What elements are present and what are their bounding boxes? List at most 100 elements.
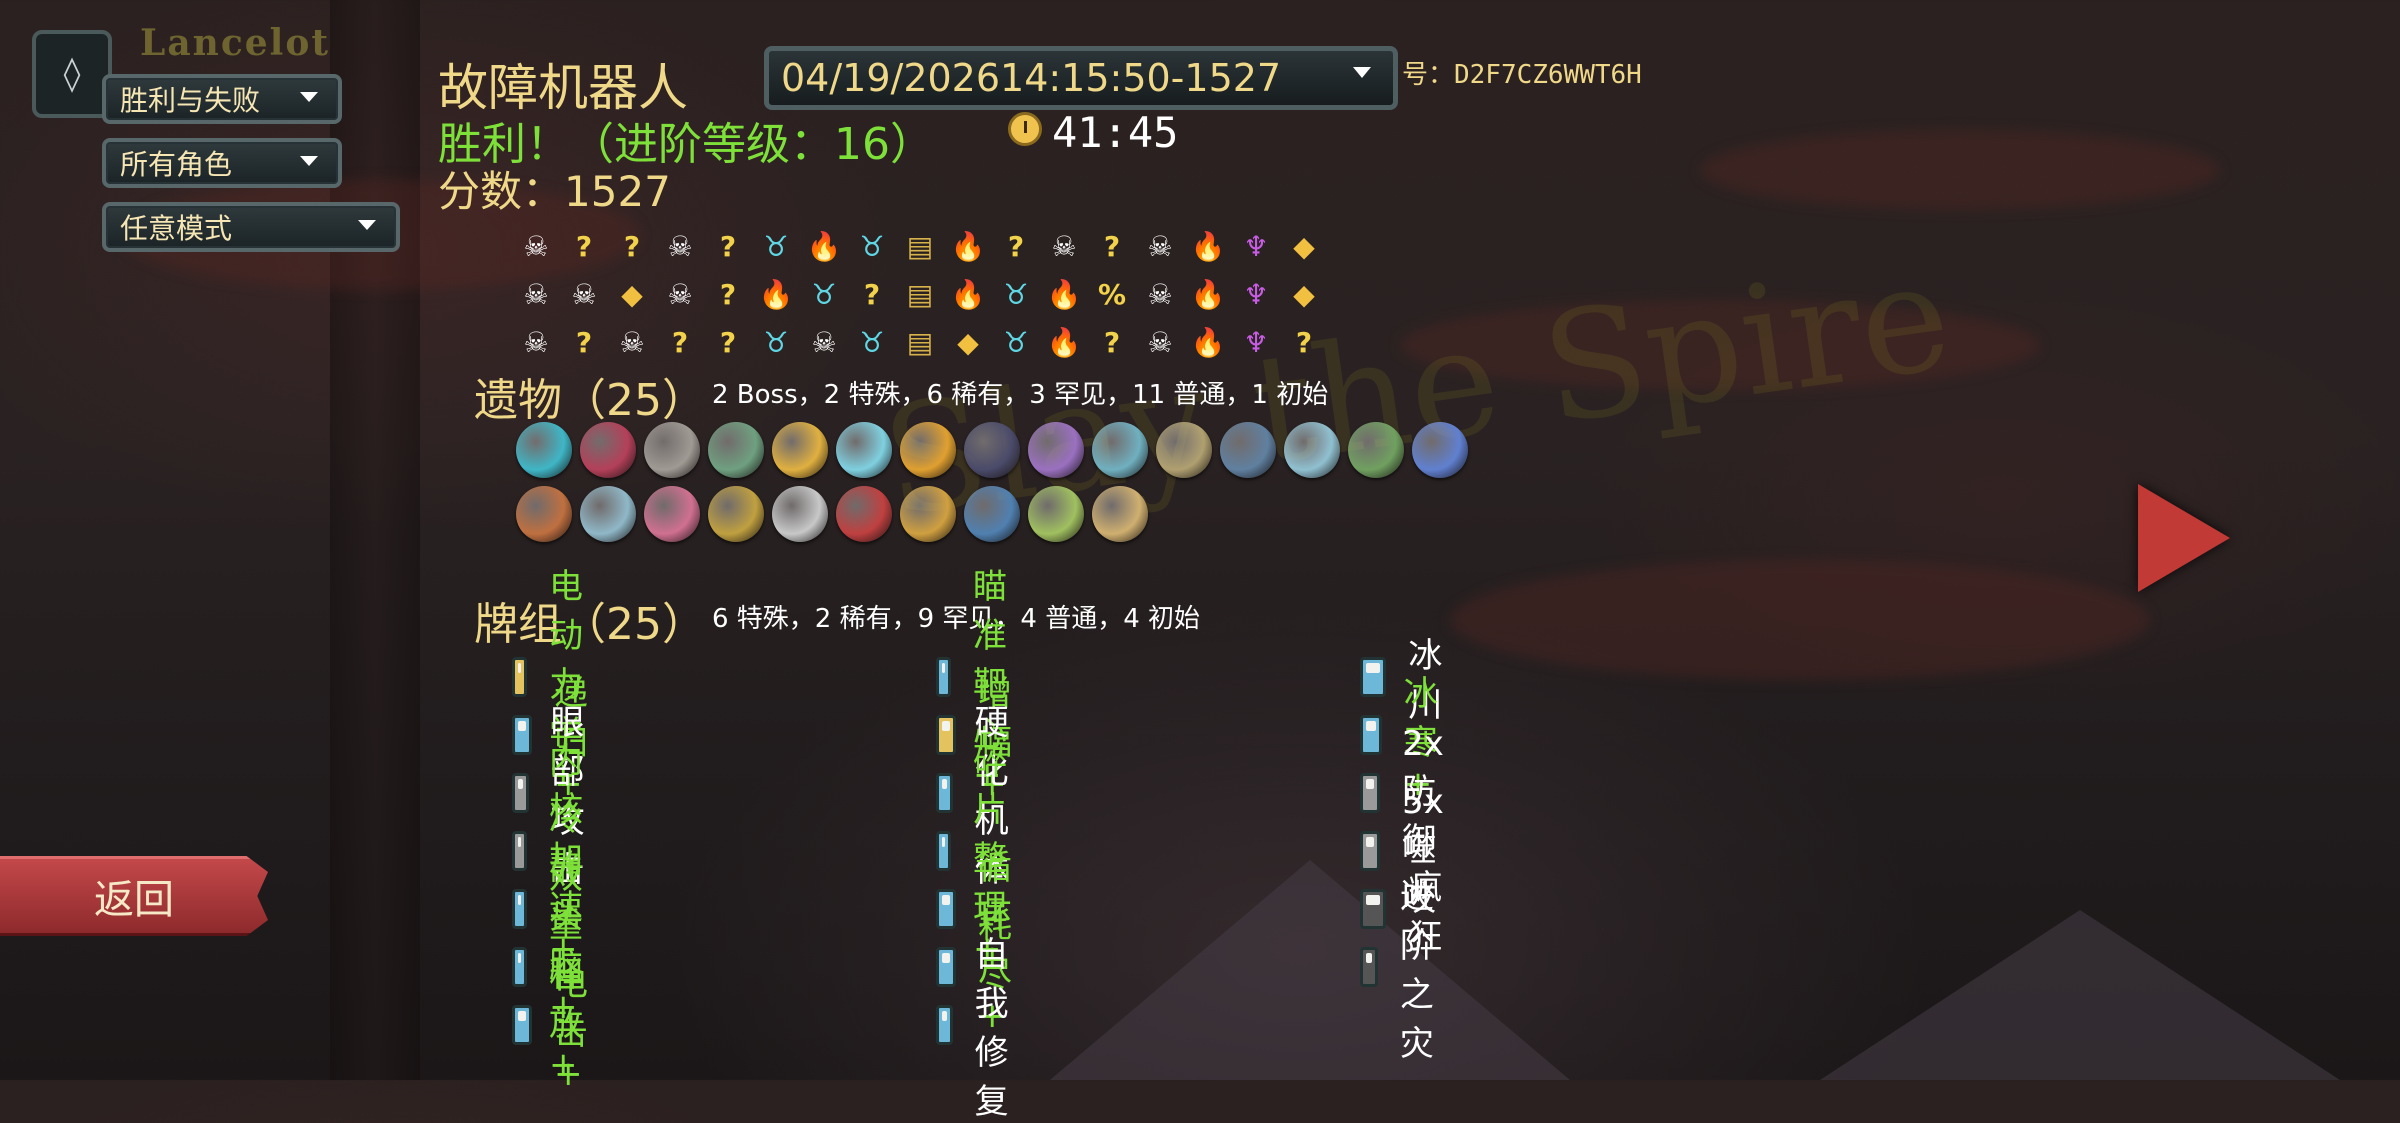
- relic-pearl-icon[interactable]: [1028, 422, 1084, 478]
- run-selector-dropdown[interactable]: 04/19/202614:15:50-1527: [764, 46, 1398, 110]
- path-node-mystery-icon[interactable]: %: [1088, 270, 1136, 318]
- path-node-q-icon[interactable]: ?: [704, 270, 752, 318]
- path-node-boss-icon[interactable]: ♆: [1232, 270, 1280, 318]
- path-node-monster-icon[interactable]: ☠: [656, 222, 704, 270]
- deck-card[interactable]: 自我修复: [936, 935, 1026, 1122]
- path-node-boss-icon[interactable]: ♆: [1232, 222, 1280, 270]
- path-node-shop-icon[interactable]: ◆: [944, 318, 992, 366]
- path-node-elite-icon[interactable]: ♉: [800, 270, 848, 318]
- relic-orb-icon[interactable]: [516, 422, 572, 478]
- relic-gear-icon[interactable]: [900, 486, 956, 542]
- path-node-elite-icon[interactable]: ♉: [752, 222, 800, 270]
- relic-mask-icon[interactable]: [580, 422, 636, 478]
- mode-filter-dropdown[interactable]: 任意模式: [102, 202, 400, 252]
- relic-shark-icon[interactable]: [964, 486, 1020, 542]
- relic-bird-icon[interactable]: [1412, 422, 1468, 478]
- path-node-monster-icon[interactable]: ☠: [512, 222, 560, 270]
- path-node-q-icon[interactable]: ?: [848, 270, 896, 318]
- path-node-monster-icon[interactable]: ☠: [608, 318, 656, 366]
- path-node-monster-icon[interactable]: ☠: [1136, 270, 1184, 318]
- path-node-shop-icon[interactable]: ◆: [1280, 270, 1328, 318]
- path-node-monster-icon[interactable]: ☠: [512, 318, 560, 366]
- relic-web-icon[interactable]: [708, 422, 764, 478]
- background-mountain: [1050, 860, 1570, 1080]
- path-node-elite-icon[interactable]: ♉: [992, 270, 1040, 318]
- relic-statue-icon[interactable]: [644, 422, 700, 478]
- relic-flower-icon[interactable]: [772, 422, 828, 478]
- deck-card[interactable]: 电击+: [512, 964, 602, 1094]
- path-node-elite-icon[interactable]: ♉: [848, 222, 896, 270]
- path-node-elite-icon[interactable]: ♉: [848, 318, 896, 366]
- relic-lantern-icon[interactable]: [1092, 486, 1148, 542]
- path-node-monster-icon[interactable]: ☠: [1136, 318, 1184, 366]
- path-node-elite-icon[interactable]: ♉: [992, 318, 1040, 366]
- run-score: 分数：1527: [438, 167, 671, 216]
- outcome-filter-dropdown[interactable]: 胜利与失败: [102, 74, 342, 124]
- relic-beads-icon[interactable]: [1092, 422, 1148, 478]
- path-node-rest-icon[interactable]: 🔥: [752, 270, 800, 318]
- path-node-rest-icon[interactable]: 🔥: [1040, 270, 1088, 318]
- path-node-boss-icon[interactable]: ♆: [1232, 318, 1280, 366]
- relic-flask-icon[interactable]: [1284, 422, 1340, 478]
- back-button[interactable]: 返回: [0, 856, 268, 936]
- path-node-rest-icon[interactable]: 🔥: [1040, 318, 1088, 366]
- path-node-monster-icon[interactable]: ☠: [512, 270, 560, 318]
- character-emblem-icon[interactable]: ◊: [32, 30, 112, 118]
- relic-ticket-icon[interactable]: [836, 422, 892, 478]
- path-node-rest-icon[interactable]: 🔥: [1184, 270, 1232, 318]
- next-run-arrow-icon[interactable]: [2138, 484, 2230, 592]
- path-node-q-icon[interactable]: ?: [608, 222, 656, 270]
- card-type-icon: [512, 831, 528, 871]
- outcome-filter-value: 胜利与失败: [120, 84, 261, 117]
- card-type-icon: [936, 715, 956, 755]
- path-node-chest-icon[interactable]: ▤: [896, 270, 944, 318]
- path-node-q-icon[interactable]: ?: [560, 222, 608, 270]
- relic-note-icon[interactable]: [772, 486, 828, 542]
- path-node-chest-icon[interactable]: ▤: [896, 318, 944, 366]
- seed-label: 号：D2F7CZ6WWT6H: [1402, 60, 1642, 90]
- path-node-q-icon[interactable]: ?: [1088, 318, 1136, 366]
- relic-pendant-icon[interactable]: [644, 486, 700, 542]
- relic-nunchaku-icon[interactable]: [836, 486, 892, 542]
- relic-tube-icon[interactable]: [580, 486, 636, 542]
- deck-card[interactable]: 进阶之灾: [1360, 877, 1458, 1064]
- path-node-rest-icon[interactable]: 🔥: [944, 222, 992, 270]
- relic-frame-icon[interactable]: [708, 486, 764, 542]
- relic-crystal-icon[interactable]: [1028, 486, 1084, 542]
- chevron-down-icon: [358, 220, 376, 230]
- path-node-rest-icon[interactable]: 🔥: [1184, 318, 1232, 366]
- path-node-q-icon[interactable]: ?: [704, 318, 752, 366]
- path-node-q-icon[interactable]: ?: [1088, 222, 1136, 270]
- path-node-q-icon[interactable]: ?: [1280, 318, 1328, 366]
- relic-anchor-icon[interactable]: [1220, 422, 1276, 478]
- chevron-down-icon: [300, 92, 318, 102]
- path-node-shop-icon[interactable]: ◆: [608, 270, 656, 318]
- path-node-shop-icon[interactable]: ◆: [1280, 222, 1328, 270]
- path-node-q-icon[interactable]: ?: [656, 318, 704, 366]
- path-node-rest-icon[interactable]: 🔥: [1184, 222, 1232, 270]
- character-filter-dropdown[interactable]: 所有角色: [102, 138, 342, 188]
- card-type-icon: [1360, 657, 1387, 697]
- card-type-icon: [512, 947, 528, 987]
- path-node-q-icon[interactable]: ?: [992, 222, 1040, 270]
- relic-chain-icon[interactable]: [516, 486, 572, 542]
- relic-star-icon[interactable]: [964, 422, 1020, 478]
- run-selector-value: 04/19/202614:15:50-1527: [781, 56, 1282, 100]
- path-node-chest-icon[interactable]: ▤: [896, 222, 944, 270]
- card-name: 自我修复: [974, 935, 1009, 1122]
- card-type-icon: [512, 715, 532, 755]
- relic-hourglass-icon[interactable]: [1156, 422, 1212, 478]
- relic-disc-icon[interactable]: [900, 422, 956, 478]
- path-node-monster-icon[interactable]: ☠: [560, 270, 608, 318]
- relic-horn-icon[interactable]: [1348, 422, 1404, 478]
- path-node-monster-icon[interactable]: ☠: [800, 318, 848, 366]
- path-node-elite-icon[interactable]: ♉: [752, 318, 800, 366]
- path-node-rest-icon[interactable]: 🔥: [800, 222, 848, 270]
- path-node-monster-icon[interactable]: ☠: [1040, 222, 1088, 270]
- path-node-q-icon[interactable]: ?: [704, 222, 752, 270]
- path-node-q-icon[interactable]: ?: [560, 318, 608, 366]
- path-node-rest-icon[interactable]: 🔥: [944, 270, 992, 318]
- path-node-monster-icon[interactable]: ☠: [1136, 222, 1184, 270]
- path-node-monster-icon[interactable]: ☠: [656, 270, 704, 318]
- card-type-icon: [936, 657, 952, 697]
